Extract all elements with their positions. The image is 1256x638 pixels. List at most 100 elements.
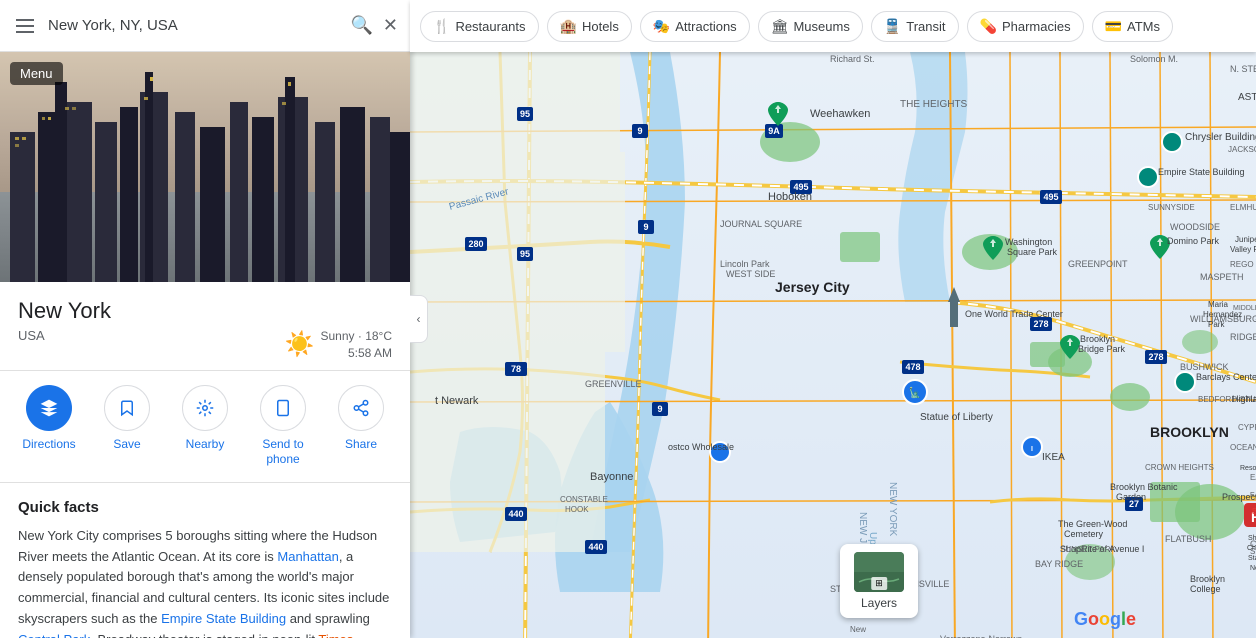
svg-text:Brookdale University: Brookdale University bbox=[1252, 507, 1256, 516]
svg-text:Bridge Park: Bridge Park bbox=[1078, 344, 1126, 354]
share-button[interactable]: Share bbox=[331, 385, 391, 468]
svg-text:EAST NEW YORK: EAST NEW YORK bbox=[1250, 473, 1256, 482]
svg-text:MASPETH: MASPETH bbox=[1200, 272, 1244, 282]
chip-museums-label: Museums bbox=[793, 19, 849, 34]
svg-text:Chisholm: Chisholm bbox=[1247, 545, 1256, 552]
svg-text:I: I bbox=[1031, 446, 1033, 453]
svg-text:One World Trade Center: One World Trade Center bbox=[965, 309, 1063, 319]
svg-text:WEST SIDE: WEST SIDE bbox=[726, 269, 775, 279]
svg-text:Weehawken: Weehawken bbox=[810, 108, 870, 120]
nearby-button[interactable]: Nearby bbox=[175, 385, 235, 468]
svg-text:478: 478 bbox=[905, 362, 920, 372]
chip-hotels-label: Hotels bbox=[582, 19, 619, 34]
svg-text:Brooklyn: Brooklyn bbox=[1080, 334, 1115, 344]
svg-text:Brooklyn Botanic: Brooklyn Botanic bbox=[1110, 482, 1178, 492]
svg-text:New: New bbox=[850, 625, 866, 634]
svg-text:Brooklyn: Brooklyn bbox=[1190, 574, 1225, 584]
svg-text:BAY RIDGE: BAY RIDGE bbox=[1035, 559, 1083, 569]
svg-text:Maria: Maria bbox=[1208, 300, 1229, 309]
google-logo: Google bbox=[1074, 609, 1136, 630]
svg-text:CYPRESS HILLS: CYPRESS HILLS bbox=[1238, 423, 1256, 432]
svg-text:95: 95 bbox=[520, 249, 530, 259]
svg-text:BROOKLYN: BROOKLYN bbox=[1150, 424, 1229, 440]
chip-attractions[interactable]: 🎭 Attractions bbox=[640, 11, 750, 42]
svg-text:College: College bbox=[1190, 584, 1221, 594]
svg-text:The Green-Wood: The Green-Wood bbox=[1058, 519, 1127, 529]
svg-text:ELMHURST: ELMHURST bbox=[1230, 203, 1256, 212]
filter-chips-bar: 🍴 Restaurants 🏨 Hotels 🎭 Attractions 🏛 M… bbox=[410, 0, 1256, 52]
map-area[interactable]: Passaic River 95 95 280 78 440 440 9 9 9… bbox=[410, 52, 1256, 638]
action-buttons: Directions Save Nearby Send to phone Sha… bbox=[0, 371, 410, 483]
central-park-link[interactable]: Central Park bbox=[18, 632, 90, 638]
svg-text:Juniper: Juniper bbox=[1235, 235, 1256, 244]
svg-text:Domino Park: Domino Park bbox=[1167, 236, 1220, 246]
svg-text:Richard St.: Richard St. bbox=[830, 54, 875, 64]
manhattan-link[interactable]: Manhattan bbox=[277, 549, 338, 564]
svg-text:Jersey City: Jersey City bbox=[775, 279, 850, 295]
svg-text:Barclays Center: Barclays Center bbox=[1196, 372, 1256, 382]
svg-text:OCEAN HILL: OCEAN HILL bbox=[1230, 443, 1256, 452]
search-icon[interactable]: 🔍 bbox=[350, 15, 372, 36]
svg-text:ostco Wholesale: ostco Wholesale bbox=[668, 442, 734, 452]
svg-text:Verrazzano-Narrows: Verrazzano-Narrows bbox=[940, 634, 1023, 638]
svg-text:IKEA: IKEA bbox=[1042, 452, 1065, 463]
city-photo: Menu bbox=[0, 52, 410, 282]
svg-text:WOODSIDE: WOODSIDE bbox=[1170, 222, 1220, 232]
svg-text:78: 78 bbox=[511, 364, 521, 374]
svg-text:RIDGEWOOD: RIDGEWOOD bbox=[1230, 332, 1256, 342]
save-button[interactable]: Save bbox=[97, 385, 157, 468]
pharmacies-icon: 💊 bbox=[980, 18, 997, 35]
svg-text:ASTORIA: ASTORIA bbox=[1238, 92, 1256, 103]
svg-text:REGO PARK: REGO PARK bbox=[1230, 260, 1256, 269]
collapse-panel-button[interactable]: ‹ bbox=[410, 295, 428, 343]
svg-text:278: 278 bbox=[1148, 352, 1163, 362]
svg-text:Washington: Washington bbox=[1005, 237, 1052, 247]
svg-text:t Newark: t Newark bbox=[435, 395, 479, 407]
svg-text:NEW YORK: NEW YORK bbox=[887, 482, 898, 537]
svg-text:🗽: 🗽 bbox=[909, 386, 921, 399]
svg-text:Park: Park bbox=[1208, 320, 1225, 329]
chip-attractions-label: Attractions bbox=[675, 19, 736, 34]
chip-restaurants[interactable]: 🍴 Restaurants bbox=[420, 11, 539, 42]
svg-text:440: 440 bbox=[588, 542, 603, 552]
svg-text:CROWN HEIGHTS: CROWN HEIGHTS bbox=[1145, 463, 1214, 472]
city-name: New York bbox=[18, 298, 392, 324]
chip-hotels[interactable]: 🏨 Hotels bbox=[547, 11, 632, 42]
svg-text:Highland Park: Highland Park bbox=[1232, 394, 1256, 404]
chip-transit[interactable]: 🚆 Transit bbox=[871, 11, 959, 42]
chip-pharmacies[interactable]: 💊 Pharmacies bbox=[967, 11, 1084, 42]
directions-button[interactable]: Directions bbox=[19, 385, 79, 468]
country-label: USA bbox=[18, 328, 45, 343]
svg-text:Hernandez: Hernandez bbox=[1203, 310, 1242, 319]
svg-text:SUNSET PARK: SUNSET PARK bbox=[1060, 545, 1116, 554]
svg-text:Garden: Garden bbox=[1116, 492, 1146, 502]
close-icon[interactable]: ✕ bbox=[383, 15, 398, 36]
city-info: New York USA ☀️ Sunny · 18°C 5:58 AM bbox=[0, 282, 410, 371]
weather-info: ☀️ Sunny · 18°C 5:58 AM bbox=[285, 328, 392, 362]
quick-facts-text: New York City comprises 5 boroughs sitti… bbox=[18, 526, 392, 638]
svg-text:CONSTABLE: CONSTABLE bbox=[560, 495, 608, 504]
svg-text:JOURNAL SQUARE: JOURNAL SQUARE bbox=[720, 219, 802, 229]
weather-text: Sunny · 18°C 5:58 AM bbox=[320, 328, 392, 362]
menu-button[interactable] bbox=[12, 15, 38, 37]
svg-text:State Park: State Park bbox=[1248, 555, 1256, 562]
chip-museums[interactable]: 🏛 Museums bbox=[758, 11, 863, 42]
svg-text:EAST NEW YORK: EAST NEW YORK bbox=[1250, 492, 1256, 499]
svg-text:Hoboken: Hoboken bbox=[768, 191, 812, 203]
svg-text:JACKSON HEIGHTS: JACKSON HEIGHTS bbox=[1228, 145, 1256, 154]
svg-text:GREENPOINT: GREENPOINT bbox=[1068, 259, 1128, 269]
svg-text:Shirley: Shirley bbox=[1248, 535, 1256, 542]
chip-atms[interactable]: 💳 ATMs bbox=[1092, 11, 1173, 42]
search-bar: 🔍 ✕ bbox=[0, 0, 410, 52]
send-to-phone-button[interactable]: Send to phone bbox=[253, 385, 313, 468]
empire-state-link[interactable]: Empire State Building bbox=[161, 611, 286, 626]
svg-text:278: 278 bbox=[1033, 319, 1048, 329]
search-input[interactable] bbox=[48, 17, 340, 34]
transit-icon: 🚆 bbox=[884, 18, 901, 35]
svg-text:Valley Park: Valley Park bbox=[1230, 245, 1256, 254]
atms-icon: 💳 bbox=[1105, 18, 1122, 35]
menu-badge[interactable]: Menu bbox=[10, 62, 63, 85]
layers-button[interactable]: ⊞ Layers bbox=[840, 544, 918, 618]
chip-transit-label: Transit bbox=[906, 19, 945, 34]
svg-text:Square Park: Square Park bbox=[1007, 247, 1058, 257]
